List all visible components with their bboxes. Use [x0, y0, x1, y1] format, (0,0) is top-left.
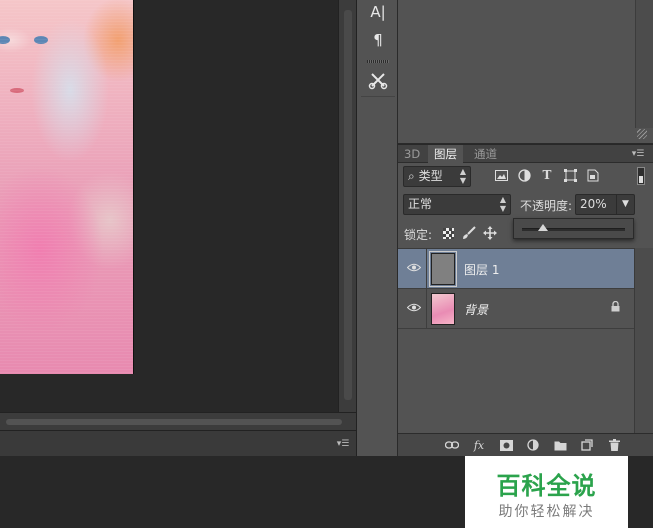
status-bar: ▾☰: [0, 430, 356, 456]
type-tool-icon: A|: [370, 3, 386, 21]
mask-icon[interactable]: [499, 438, 513, 452]
upper-panel-scrollbar[interactable]: [635, 0, 653, 128]
stepper-arrows-icon: ▲ ▼: [459, 167, 466, 185]
layer-row[interactable]: 背景: [398, 289, 634, 329]
layers-list: 图层 1 背景 百科全说 助你轻松解决: [398, 248, 634, 528]
new-layer-icon[interactable]: [580, 438, 594, 452]
tab-channels[interactable]: 通道: [468, 145, 503, 163]
paragraph-panel-button[interactable]: ¶: [365, 28, 391, 52]
blend-mode-select[interactable]: 正常 ▲ ▼: [403, 194, 511, 215]
upper-panel: [398, 0, 653, 144]
layer-filter-select[interactable]: ⌕ 类型 ▲ ▼: [403, 166, 471, 187]
scissors-wrench-icon: [368, 73, 388, 90]
horizontal-scroll-thumb[interactable]: [6, 419, 342, 425]
layers-scrollbar[interactable]: [634, 248, 653, 433]
vertical-scrollbar[interactable]: [338, 0, 356, 412]
watermark-subtitle: 助你轻松解决: [498, 504, 595, 520]
layer-name[interactable]: 背景: [464, 301, 488, 318]
shape-icon[interactable]: [562, 167, 578, 183]
panel-menu-icon[interactable]: ▾☰: [631, 150, 645, 159]
lock-pixels-brush-icon[interactable]: [461, 225, 477, 241]
panel-tab-bar: 3D 图层 通道 ▾☰: [398, 145, 653, 163]
search-icon: ⌕: [408, 169, 415, 183]
eye-icon[interactable]: [406, 261, 422, 275]
layer-name[interactable]: 图层 1: [464, 261, 499, 278]
smart-object-icon[interactable]: [585, 167, 601, 183]
layers-panel: 3D 图层 通道 ▾☰ ⌕ 类型 ▲ ▼ T 正常 ▲ ▼ 不透明度: 20% ▼ …: [398, 145, 653, 528]
eye-icon[interactable]: [406, 301, 422, 315]
opacity-slider-thumb[interactable]: [538, 224, 548, 231]
opacity-input[interactable]: 20% ▼: [575, 194, 635, 215]
lock-transparency-icon[interactable]: [440, 225, 456, 241]
document-canvas[interactable]: [0, 0, 356, 412]
layers-bottom-toolbar: fx: [398, 433, 653, 456]
layer-divider: [426, 249, 427, 289]
opacity-value: 20%: [580, 197, 607, 211]
opacity-slider-popup: [513, 218, 634, 239]
watermark-badge: 百科全说 助你轻松解决: [465, 456, 628, 528]
folder-icon[interactable]: [553, 438, 567, 452]
layer-thumbnail[interactable]: [429, 251, 457, 287]
resize-grip-icon[interactable]: [637, 129, 647, 139]
stepper-arrows-icon: ▲ ▼: [499, 195, 506, 213]
lock-position-move-icon[interactable]: [482, 225, 498, 241]
image-icon[interactable]: [493, 167, 509, 183]
chevron-down-icon[interactable]: ▼: [616, 195, 634, 214]
layer-divider: [426, 289, 427, 329]
lock-icon: [611, 300, 620, 315]
opacity-label: 不透明度:: [520, 199, 573, 213]
horizontal-scrollbar[interactable]: [0, 412, 356, 430]
filter-type-value: 类型: [418, 169, 443, 183]
watermark-title: 百科全说: [496, 472, 597, 500]
filter-toggle-switch[interactable]: [637, 167, 645, 185]
tool-group-grip[interactable]: [367, 60, 389, 63]
tool-separator: [361, 96, 395, 97]
paragraph-icon: ¶: [373, 31, 383, 49]
trash-icon[interactable]: [607, 438, 621, 452]
character-panel-button[interactable]: A|: [365, 0, 391, 24]
tool-strip: A| ¶: [356, 0, 398, 456]
adjustment-layer-icon[interactable]: [526, 438, 540, 452]
layer-row[interactable]: 图层 1: [398, 249, 634, 289]
text-icon[interactable]: T: [539, 167, 555, 183]
panel-menu-icon[interactable]: ▾☰: [336, 440, 350, 449]
tool-presets-button[interactable]: [365, 68, 391, 92]
blend-mode-value: 正常: [408, 197, 433, 211]
lock-label: 锁定:: [404, 228, 433, 242]
tab-layers[interactable]: 图层: [428, 145, 463, 163]
layer-thumbnail[interactable]: [431, 293, 455, 325]
fx-icon[interactable]: fx: [472, 438, 486, 452]
vertical-scroll-thumb[interactable]: [344, 10, 352, 400]
adjustment-icon[interactable]: [516, 167, 532, 183]
link-icon[interactable]: [445, 438, 459, 452]
tab-3d[interactable]: 3D: [398, 145, 426, 163]
document-image[interactable]: [0, 0, 134, 374]
image-scanline-overlay: [0, 0, 133, 374]
